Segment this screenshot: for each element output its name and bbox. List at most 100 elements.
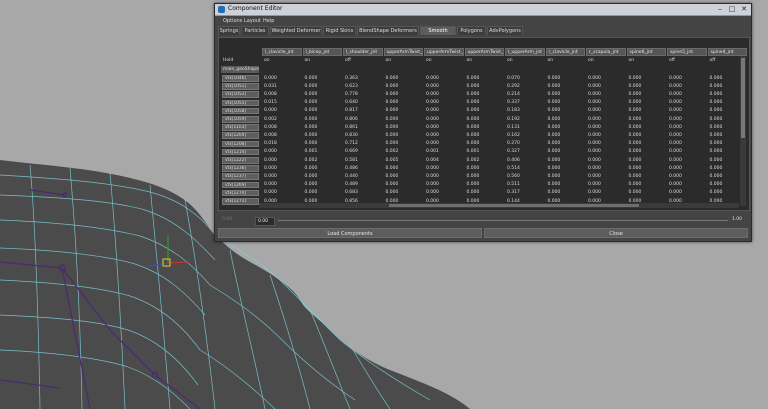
weight-cell[interactable]: 0.317	[507, 189, 520, 197]
weight-cell[interactable]: 0.004	[426, 157, 439, 165]
weight-cell[interactable]: 0.214	[507, 91, 520, 99]
weight-cell[interactable]: 0.000	[669, 198, 682, 206]
column-header[interactable]: l_upperArm_jnt	[505, 48, 545, 56]
weight-cell[interactable]: 0.000	[588, 173, 601, 181]
load-components-button[interactable]: Load Components	[218, 228, 482, 238]
weight-cell[interactable]: 0.000	[629, 99, 642, 107]
weight-cell[interactable]: 0.486	[345, 165, 358, 173]
hold-cell[interactable]: off	[710, 57, 716, 65]
close-button[interactable]: Close	[484, 228, 748, 238]
weight-cell[interactable]: 0.000	[305, 189, 318, 197]
tab-1[interactable]: Particles	[241, 26, 269, 35]
weight-cell[interactable]: 0.000	[548, 75, 561, 83]
menu-layout[interactable]: Layout	[244, 18, 261, 24]
weight-cell[interactable]: 0.000	[264, 189, 277, 197]
weight-cell[interactable]: 0.001	[467, 148, 480, 156]
weight-cell[interactable]: 0.000	[588, 148, 601, 156]
weight-cell[interactable]: 0.292	[507, 83, 520, 91]
weight-cell[interactable]: 0.008	[264, 132, 277, 140]
weight-cell[interactable]: 0.000	[386, 75, 399, 83]
row-label[interactable]: vtx[1103]	[222, 124, 259, 131]
weight-cell[interactable]: 0.000	[629, 91, 642, 99]
weight-cell[interactable]: 0.000	[426, 189, 439, 197]
weight-cell[interactable]: 0.000	[386, 198, 399, 206]
weight-cell[interactable]: 0.440	[345, 173, 358, 181]
weight-cell[interactable]: 0.669	[345, 148, 358, 156]
weight-cell[interactable]: 0.000	[426, 198, 439, 206]
column-header[interactable]: l_shoulder_jnt	[343, 48, 383, 56]
weight-cell[interactable]: 0.000	[629, 116, 642, 124]
weight-cell[interactable]: 0.000	[588, 107, 601, 115]
weight-cell[interactable]: 0.000	[548, 124, 561, 132]
weight-cell[interactable]: 0.008	[264, 124, 277, 132]
column-header[interactable]: spine6_jnt	[626, 48, 666, 56]
weight-cell[interactable]: 0.000	[710, 140, 723, 148]
weight-cell[interactable]: 0.015	[264, 99, 277, 107]
weight-cell[interactable]: 0.000	[710, 148, 723, 156]
maximize-icon[interactable]: □	[727, 5, 737, 14]
column-header[interactable]: upperArmTwist_jnt	[424, 48, 464, 56]
tab-3[interactable]: Rigid Skins	[323, 26, 356, 35]
tab-6[interactable]: Polygons	[457, 26, 486, 35]
column-header[interactable]: upperArmTwist_jnt	[464, 48, 504, 56]
weight-cell[interactable]: 0.000	[629, 124, 642, 132]
weight-cell[interactable]: 0.192	[507, 116, 520, 124]
hold-cell[interactable]: on	[467, 57, 473, 65]
weight-cell[interactable]: 0.000	[264, 198, 277, 206]
weight-cell[interactable]: 0.000	[548, 91, 561, 99]
weight-cell[interactable]: 0.000	[548, 181, 561, 189]
weight-cell[interactable]: 0.000	[588, 116, 601, 124]
weight-cell[interactable]: 0.861	[345, 124, 358, 132]
hold-cell[interactable]: on	[305, 57, 311, 65]
weight-cell[interactable]: 0.000	[669, 148, 682, 156]
weight-cell[interactable]: 0.000	[305, 107, 318, 115]
menu-options[interactable]: Options	[223, 18, 242, 24]
weight-cell[interactable]: 0.000	[669, 132, 682, 140]
column-header[interactable]: spine4_jnt	[707, 48, 747, 56]
weight-cell[interactable]: 0.000	[467, 198, 480, 206]
tab-7[interactable]: AdvPolygons	[487, 26, 523, 35]
weight-cell[interactable]: 0.001	[426, 148, 439, 156]
row-label[interactable]: vtx[1269]	[222, 181, 259, 189]
weight-cell[interactable]: 0.000	[629, 189, 642, 197]
weight-cell[interactable]: 0.000	[710, 157, 723, 165]
weight-cell[interactable]: 0.000	[386, 107, 399, 115]
weight-cell[interactable]: 0.000	[548, 132, 561, 140]
weight-cell[interactable]: 0.000	[386, 83, 399, 91]
weight-cell[interactable]: 0.000	[467, 173, 480, 181]
weight-cell[interactable]: 0.000	[548, 107, 561, 115]
weight-cell[interactable]: 0.489	[345, 181, 358, 189]
weight-cell[interactable]: 0.000	[467, 83, 480, 91]
row-label[interactable]: vtx[1271]	[222, 198, 259, 205]
weight-cell[interactable]: 0.000	[305, 132, 318, 140]
weight-cell[interactable]: 0.000	[386, 165, 399, 173]
row-label[interactable]: vtx[1237]	[222, 173, 259, 180]
horizontal-scrollbar[interactable]	[259, 203, 739, 208]
weight-cell[interactable]: 0.000	[426, 107, 439, 115]
weight-cell[interactable]: 0.000	[548, 116, 561, 124]
row-label[interactable]: vtx[1059]	[222, 116, 259, 123]
weight-cell[interactable]: 0.000	[669, 189, 682, 197]
weight-cell[interactable]: 0.000	[426, 132, 439, 140]
weight-cell[interactable]: 0.000	[426, 173, 439, 181]
weight-cell[interactable]: 0.000	[426, 124, 439, 132]
weight-cell[interactable]: 0.000	[710, 189, 723, 197]
weight-cell[interactable]: 0.000	[548, 83, 561, 91]
weight-cell[interactable]: 0.000	[710, 75, 723, 83]
weight-cell[interactable]: 0.000	[669, 107, 682, 115]
weight-cell[interactable]: 0.000	[710, 165, 723, 173]
weight-cell[interactable]: 0.183	[507, 107, 520, 115]
weight-cell[interactable]: 0.002	[386, 148, 399, 156]
weight-cell[interactable]: 0.131	[507, 124, 520, 132]
weight-cell[interactable]: 0.000	[710, 124, 723, 132]
weight-cell[interactable]: 0.000	[548, 140, 561, 148]
weight-cell[interactable]: 0.000	[629, 148, 642, 156]
weight-cell[interactable]: 0.162	[507, 132, 520, 140]
tab-4[interactable]: BlendShape Deformers	[357, 26, 419, 35]
row-label[interactable]: vtx[1270]	[222, 189, 259, 197]
weight-cell[interactable]: 0.000	[710, 107, 723, 115]
row-label[interactable]: vtx[1204]	[222, 132, 259, 139]
weight-cell[interactable]: 0.000	[548, 99, 561, 107]
weight-cell[interactable]: 0.363	[345, 75, 358, 83]
weight-cell[interactable]: 0.000	[588, 132, 601, 140]
